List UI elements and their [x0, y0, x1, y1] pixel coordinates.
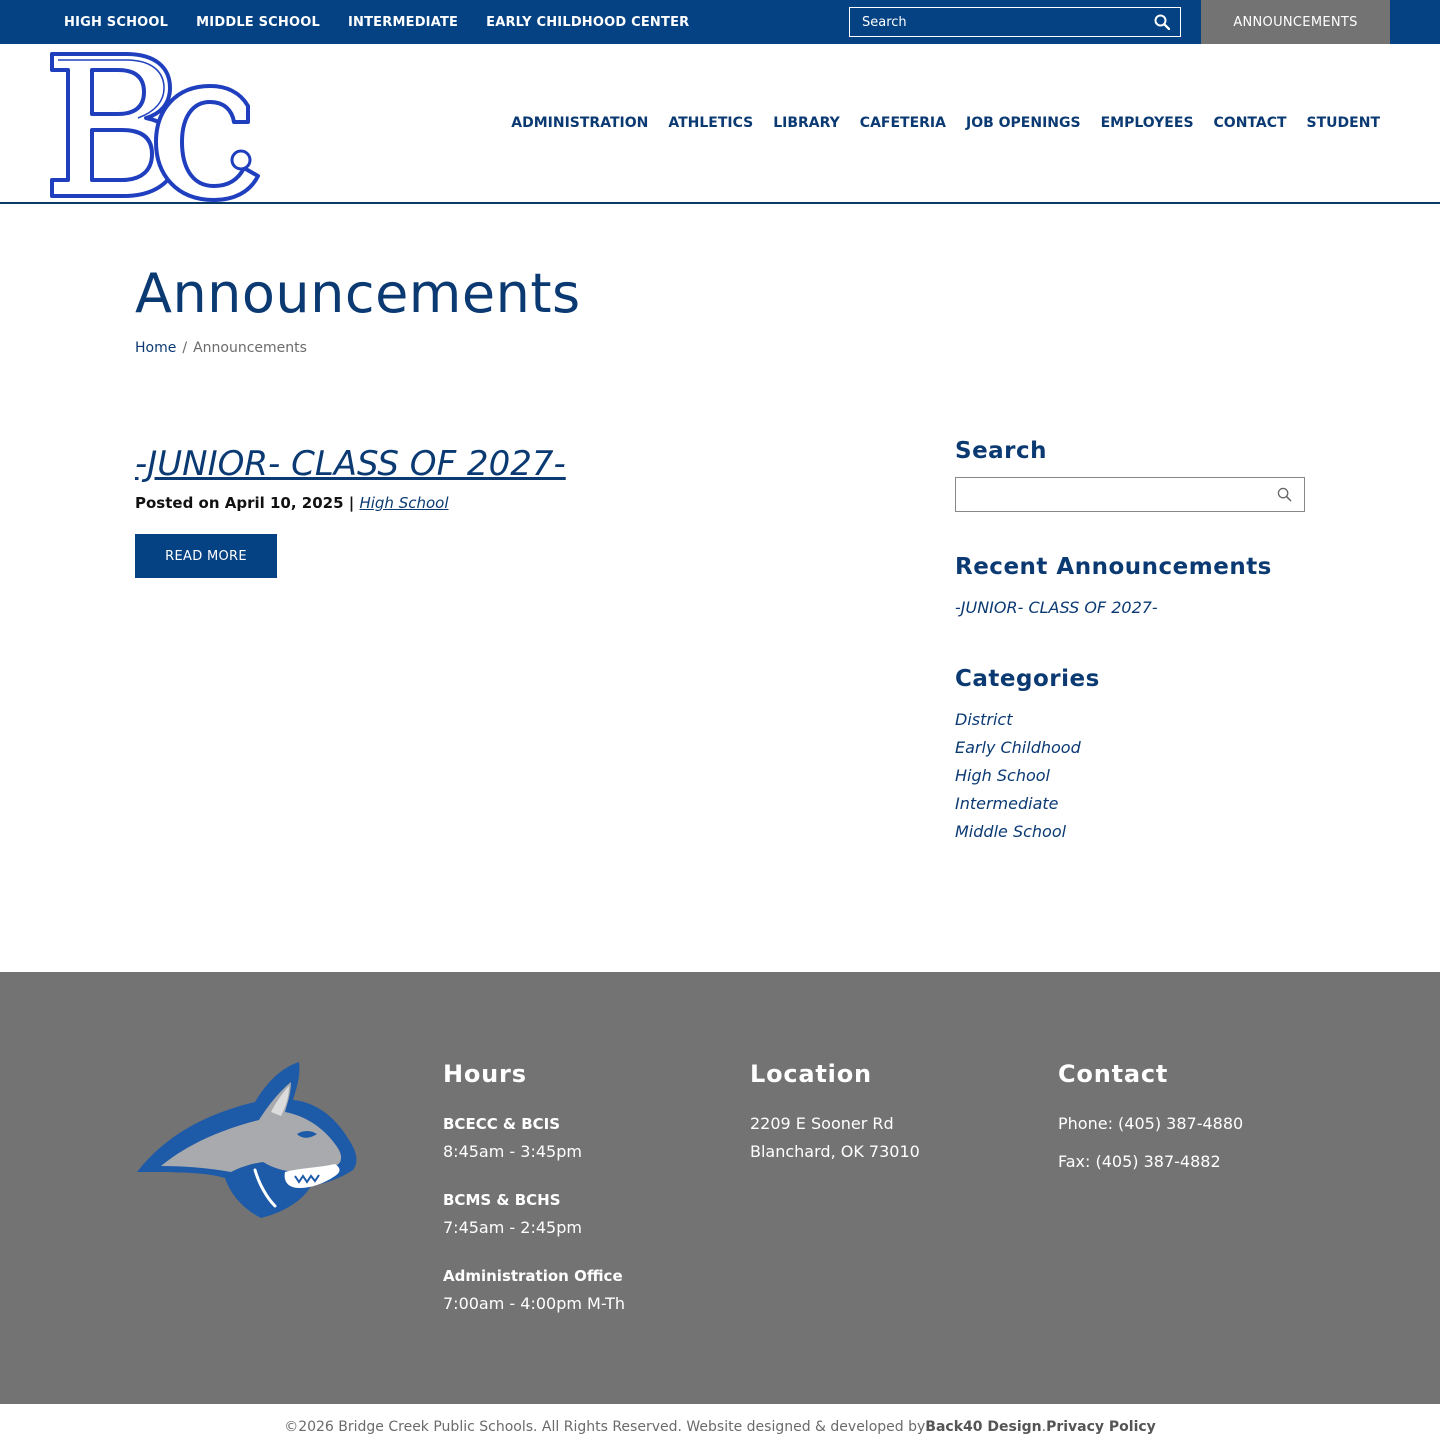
footer-location-heading: Location	[750, 1060, 872, 1088]
main-nav: ADMINISTRATION ATHLETICS LIBRARY CAFETER…	[511, 44, 1380, 202]
sidebar-search-input[interactable]	[956, 478, 1264, 511]
read-more-button[interactable]: READ MORE	[135, 534, 277, 578]
post-meta: Posted on April 10, 2025 | High School	[135, 494, 449, 512]
site-footer: Hours BCECC & BCIS 8:45am - 3:45pm BCMS …	[0, 972, 1440, 1404]
nav-job-openings[interactable]: JOB OPENINGS	[966, 115, 1081, 131]
sidebar-search-box	[955, 477, 1305, 512]
search-icon[interactable]	[1264, 478, 1304, 511]
site-header: ADMINISTRATION ATHLETICS LIBRARY CAFETER…	[0, 44, 1440, 204]
hours-group: BCECC & BCIS 8:45am - 3:45pm	[443, 1110, 625, 1166]
recent-announcement-link[interactable]: -JUNIOR- CLASS OF 2027-	[955, 598, 1158, 617]
fax-number: Fax: (405) 387-4882	[1058, 1152, 1221, 1171]
bc-logo[interactable]	[48, 48, 262, 202]
hours-group: BCMS & BCHS 7:45am - 2:45pm	[443, 1186, 625, 1242]
footer-contact-heading: Contact	[1058, 1060, 1169, 1088]
breadcrumb-separator: /	[182, 340, 188, 356]
hours-group: Administration Office 7:00am - 4:00pm M-…	[443, 1262, 625, 1318]
top-search-input[interactable]	[850, 8, 1144, 36]
nav-employees[interactable]: EMPLOYEES	[1101, 115, 1194, 131]
breadcrumb-current: Announcements	[193, 340, 307, 356]
designer-link[interactable]: Back40 Design	[925, 1419, 1041, 1435]
hours-label: Administration Office	[443, 1267, 623, 1285]
post-title[interactable]: -JUNIOR- CLASS OF 2027-	[135, 444, 566, 484]
school-link-high-school[interactable]: HIGH SCHOOL	[64, 15, 168, 30]
hours-time: 7:45am - 2:45pm	[443, 1218, 582, 1237]
top-search-box	[849, 7, 1181, 37]
category-high-school[interactable]: High School	[955, 766, 1050, 785]
nav-athletics[interactable]: ATHLETICS	[668, 115, 753, 131]
post-category-link[interactable]: High School	[359, 494, 448, 512]
footer-contact-column: Contact Phone: (405) 387-4880 Fax: (405)…	[1058, 1060, 1243, 1186]
copyright-text: ©2026 Bridge Creek Public Schools. All R…	[284, 1418, 926, 1435]
post-date: Posted on April 10, 2025	[135, 494, 344, 512]
phone-number[interactable]: Phone: (405) 387-4880	[1058, 1110, 1243, 1138]
search-icon[interactable]	[1144, 8, 1180, 36]
recent-announcements-heading: Recent Announcements	[955, 554, 1272, 580]
category-early-childhood[interactable]: Early Childhood	[955, 738, 1081, 757]
footer-location-column: Location 2209 E Sooner Rd Blanchard, OK …	[750, 1060, 920, 1166]
post-meta-separator: |	[343, 494, 360, 512]
school-links: HIGH SCHOOL MIDDLE SCHOOL INTERMEDIATE E…	[64, 0, 689, 44]
hours-label: BCMS & BCHS	[443, 1191, 561, 1209]
hours-time: 8:45am - 3:45pm	[443, 1142, 582, 1161]
announcements-button[interactable]: ANNOUNCEMENTS	[1201, 0, 1390, 44]
category-intermediate[interactable]: Intermediate	[955, 794, 1059, 813]
school-link-intermediate[interactable]: INTERMEDIATE	[348, 15, 458, 30]
copyright-bar: ©2026 Bridge Creek Public Schools. All R…	[0, 1404, 1440, 1449]
footer-hours-heading: Hours	[443, 1060, 527, 1088]
breadcrumb: Home / Announcements	[135, 340, 307, 356]
nav-administration[interactable]: ADMINISTRATION	[511, 115, 648, 131]
category-middle-school[interactable]: Middle School	[955, 822, 1066, 841]
nav-contact[interactable]: CONTACT	[1214, 115, 1287, 131]
school-link-early-childhood-center[interactable]: EARLY CHILDHOOD CENTER	[486, 15, 689, 30]
nav-cafeteria[interactable]: CAFETERIA	[860, 115, 946, 131]
address-line-1: 2209 E Sooner Rd	[750, 1114, 894, 1133]
category-district[interactable]: District	[955, 710, 1012, 729]
breadcrumb-home[interactable]: Home	[135, 340, 176, 356]
privacy-policy-link[interactable]: Privacy Policy	[1046, 1419, 1156, 1435]
sidebar-search-heading: Search	[955, 438, 1048, 464]
nav-library[interactable]: LIBRARY	[773, 115, 840, 131]
address-line-2: Blanchard, OK 73010	[750, 1142, 920, 1161]
hours-time: 7:00am - 4:00pm M-Th	[443, 1294, 626, 1313]
footer-hours-column: Hours BCECC & BCIS 8:45am - 3:45pm BCMS …	[443, 1060, 625, 1338]
top-bar: HIGH SCHOOL MIDDLE SCHOOL INTERMEDIATE E…	[0, 0, 1440, 44]
hours-label: BCECC & BCIS	[443, 1115, 561, 1133]
school-link-middle-school[interactable]: MIDDLE SCHOOL	[196, 15, 320, 30]
page-title: Announcements	[135, 262, 581, 325]
categories-heading: Categories	[955, 666, 1100, 692]
nav-student[interactable]: STUDENT	[1307, 115, 1380, 131]
bobcat-mascot	[137, 1062, 357, 1218]
